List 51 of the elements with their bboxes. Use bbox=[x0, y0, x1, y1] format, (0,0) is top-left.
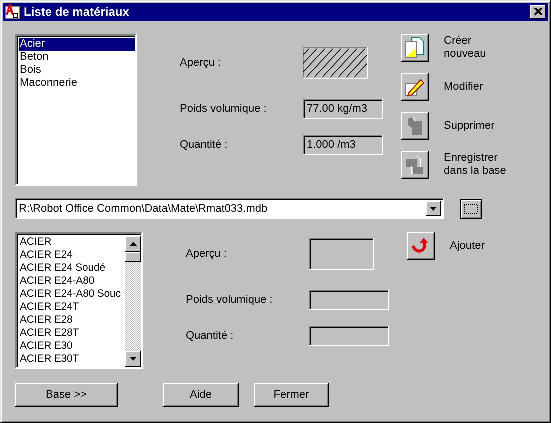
database-list-item[interactable]: ACIER E24 Soudé bbox=[19, 262, 125, 275]
database-list-item[interactable]: ACIER E24-A80 bbox=[19, 275, 125, 288]
database-list-item[interactable]: ACIER E24-A80 Souc bbox=[19, 288, 125, 301]
window-title: Liste de matériaux bbox=[24, 5, 130, 19]
database-list-item[interactable]: ACIER E30T bbox=[19, 353, 125, 366]
dotted-frame-icon bbox=[464, 204, 478, 214]
scroll-thumb[interactable] bbox=[125, 252, 141, 262]
dialog-button[interactable]: Fermer bbox=[254, 383, 329, 407]
material-list-item[interactable]: Beton bbox=[19, 51, 135, 64]
material-list-item[interactable]: Bois bbox=[19, 64, 135, 77]
dialog-button[interactable]: Base >> bbox=[15, 383, 118, 407]
database-path-dropdown[interactable]: R:\Robot Office Common\Data\Mate\Rmat033.mdb bbox=[15, 198, 444, 219]
density-label: Poids volumique : bbox=[186, 294, 274, 306]
material-list-item[interactable]: Maconnerie bbox=[19, 77, 135, 90]
hatch-preview bbox=[303, 47, 368, 79]
browse-button[interactable] bbox=[460, 198, 482, 218]
database-list-item[interactable]: ACIER E28 bbox=[19, 314, 125, 327]
scroll-up-icon bbox=[130, 242, 136, 246]
add-label: Ajouter bbox=[450, 240, 486, 252]
preview-box bbox=[309, 238, 374, 270]
action-label: Enregistrer dans la base bbox=[444, 152, 508, 178]
action-label: Supprimer bbox=[444, 120, 496, 132]
preview-label: Aperçu : bbox=[180, 57, 222, 69]
database-save-icon bbox=[405, 155, 425, 175]
scrollbar[interactable] bbox=[125, 236, 141, 367]
app-icon bbox=[5, 4, 21, 20]
dialog-button[interactable]: Aide bbox=[163, 383, 239, 407]
material-list-item[interactable]: Acier bbox=[19, 38, 135, 51]
density-label: Poids volumique : bbox=[180, 103, 268, 115]
database-list-item[interactable]: ACIER E28T bbox=[19, 327, 125, 340]
database-list-item[interactable]: ACIER bbox=[19, 236, 125, 249]
database-list-item[interactable]: ACIER E24 bbox=[19, 249, 125, 262]
pencil-icon bbox=[405, 77, 425, 97]
curved-arrow-icon bbox=[411, 237, 431, 255]
scroll-down-icon bbox=[130, 357, 136, 361]
action-label: Modifier bbox=[444, 80, 484, 94]
database-list-item[interactable]: ACIER E30 bbox=[19, 340, 125, 353]
documents-icon bbox=[405, 37, 425, 59]
quantity-field: 1.000 /m3 bbox=[303, 134, 383, 154]
preview-label: Aperçu : bbox=[186, 248, 228, 260]
quantity-label: Quantité : bbox=[186, 330, 235, 342]
new-button[interactable] bbox=[401, 34, 429, 62]
action-label: Créer nouveau bbox=[444, 35, 488, 61]
close-icon bbox=[534, 8, 542, 16]
density-field: 77.00 kg/m3 bbox=[303, 99, 383, 119]
close-button[interactable] bbox=[530, 5, 546, 19]
database-list-item[interactable]: ACIER E24T bbox=[19, 301, 125, 314]
quantity-label: Quantité : bbox=[180, 138, 229, 150]
add-button[interactable] bbox=[407, 232, 435, 260]
caret-icon bbox=[430, 206, 437, 210]
edit-button[interactable] bbox=[401, 73, 429, 101]
